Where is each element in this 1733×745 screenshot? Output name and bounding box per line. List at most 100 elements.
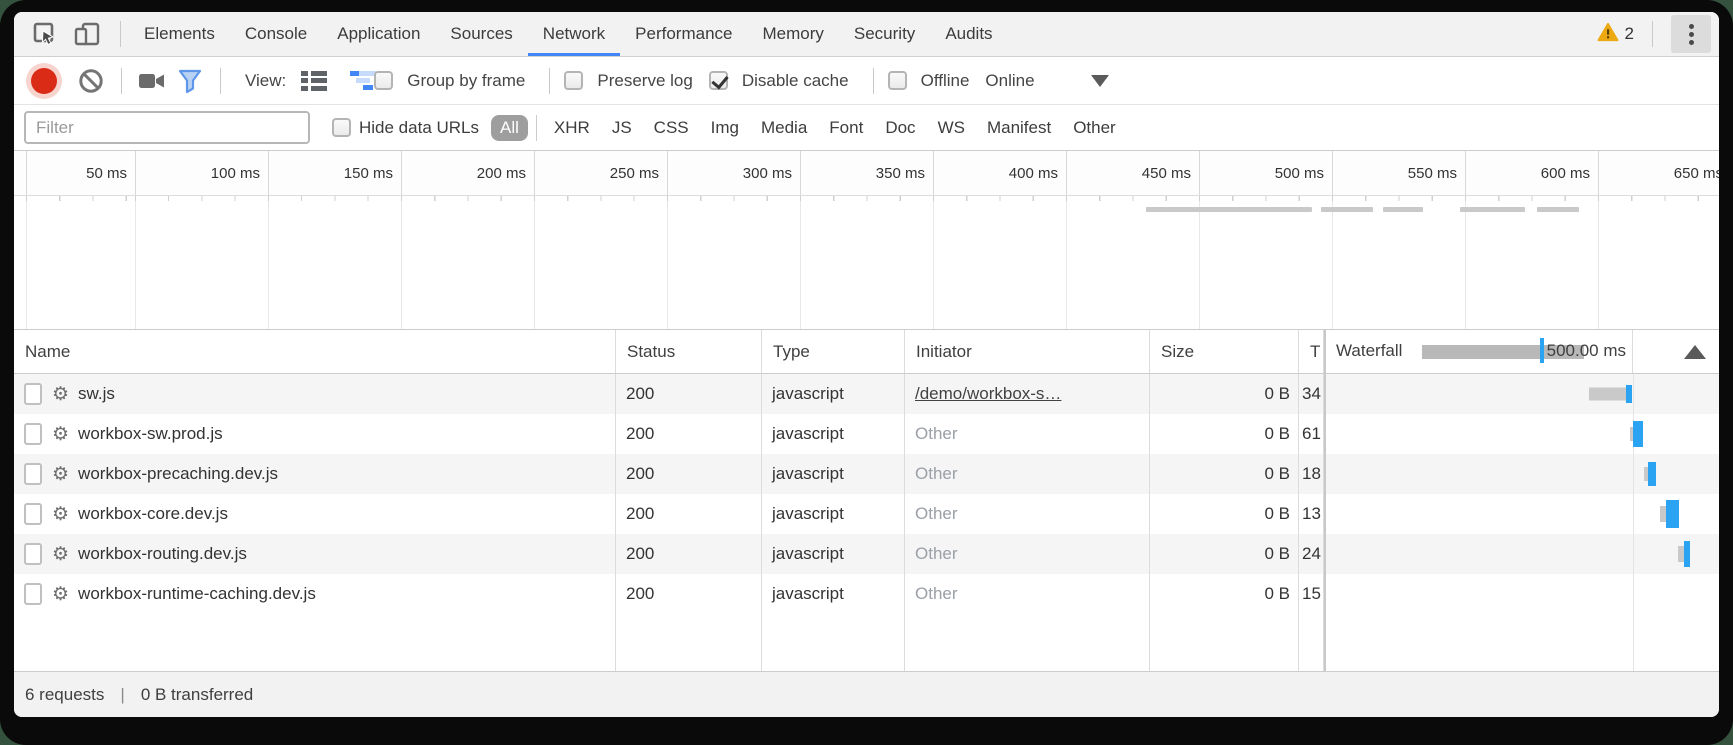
column-header-time[interactable]: T bbox=[1299, 330, 1324, 373]
tab-application[interactable]: Application bbox=[322, 12, 435, 56]
tabbar-separator bbox=[1652, 21, 1653, 47]
type-cell: javascript bbox=[762, 454, 905, 494]
size-cell: 0 B bbox=[1150, 534, 1299, 574]
waterfall-cell bbox=[1324, 374, 1719, 414]
filter-type-img[interactable]: Img bbox=[702, 115, 748, 141]
status-separator: | bbox=[120, 685, 124, 705]
row-checkbox[interactable] bbox=[24, 543, 42, 565]
list-view-icon[interactable] bbox=[298, 66, 330, 96]
row-checkbox[interactable] bbox=[24, 383, 42, 405]
waterfall-view-icon[interactable] bbox=[336, 66, 368, 96]
waterfall-cell bbox=[1324, 494, 1719, 534]
sort-ascending-icon[interactable] bbox=[1684, 345, 1706, 359]
filter-type-manifest[interactable]: Manifest bbox=[978, 115, 1060, 141]
row-checkbox[interactable] bbox=[24, 463, 42, 485]
disable-cache-checkbox[interactable] bbox=[709, 71, 728, 90]
requests-table-body: sw.js 200 javascript /demo/workbox-s… 0 … bbox=[14, 374, 1719, 671]
screenshot-capture-icon[interactable] bbox=[136, 66, 168, 96]
clear-button[interactable] bbox=[75, 66, 107, 96]
filter-input[interactable] bbox=[24, 111, 310, 144]
toolbar-separator bbox=[220, 68, 221, 94]
tab-performance[interactable]: Performance bbox=[620, 12, 747, 56]
column-header-type[interactable]: Type bbox=[762, 330, 905, 373]
time-cell: 34 bbox=[1299, 374, 1324, 414]
ruler-tick: 150 ms bbox=[289, 165, 393, 182]
tabbar-separator bbox=[120, 21, 121, 47]
throttling-dropdown[interactable]: Online bbox=[985, 71, 1108, 91]
tab-console[interactable]: Console bbox=[230, 12, 322, 56]
ruler-tick: 50 ms bbox=[23, 165, 127, 182]
row-checkbox[interactable] bbox=[24, 583, 42, 605]
hide-data-urls-label: Hide data URLs bbox=[359, 118, 479, 138]
network-status-bar: 6 requests | 0 B transferred bbox=[14, 671, 1719, 717]
row-checkbox[interactable] bbox=[24, 423, 42, 445]
filter-type-css[interactable]: CSS bbox=[645, 115, 698, 141]
initiator-cell: Other bbox=[915, 424, 958, 444]
ruler-tick: 250 ms bbox=[555, 165, 659, 182]
time-cell: 13 bbox=[1299, 494, 1324, 534]
gear-icon bbox=[42, 423, 78, 446]
tab-network[interactable]: Network bbox=[528, 12, 620, 56]
column-header-initiator[interactable]: Initiator bbox=[905, 330, 1150, 373]
initiator-cell: Other bbox=[915, 584, 958, 604]
column-header-waterfall[interactable]: Waterfall 500.00 ms bbox=[1324, 330, 1719, 373]
group-by-frame-checkbox[interactable] bbox=[374, 71, 393, 90]
filter-icon[interactable] bbox=[174, 66, 206, 96]
warnings-indicator[interactable]: 2 bbox=[1587, 22, 1644, 47]
table-row[interactable]: workbox-runtime-caching.dev.js 200 javas… bbox=[14, 574, 1719, 614]
waterfall-cell bbox=[1324, 454, 1719, 494]
gear-icon bbox=[42, 503, 78, 526]
filter-type-all[interactable]: All bbox=[491, 115, 528, 141]
device-toolbar-icon[interactable] bbox=[70, 19, 104, 49]
chevron-down-icon bbox=[1091, 75, 1109, 87]
inspect-element-icon[interactable] bbox=[28, 19, 62, 49]
table-row[interactable]: sw.js 200 javascript /demo/workbox-s… 0 … bbox=[14, 374, 1719, 414]
hide-data-urls-checkbox[interactable] bbox=[332, 118, 351, 137]
tab-sources[interactable]: Sources bbox=[435, 12, 527, 56]
devtools-menu-button[interactable] bbox=[1671, 15, 1711, 53]
tab-security[interactable]: Security bbox=[839, 12, 930, 56]
requests-table-header: Name Status Type Initiator Size T Waterf… bbox=[14, 329, 1719, 374]
waterfall-gridline bbox=[1633, 494, 1634, 534]
filter-type-js[interactable]: JS bbox=[603, 115, 641, 141]
filter-type-font[interactable]: Font bbox=[820, 115, 872, 141]
filter-type-ws[interactable]: WS bbox=[929, 115, 974, 141]
ruler-tick: 500 ms bbox=[1220, 165, 1324, 182]
filter-type-doc[interactable]: Doc bbox=[876, 115, 924, 141]
network-overview[interactable] bbox=[14, 196, 1719, 329]
filter-type-other[interactable]: Other bbox=[1064, 115, 1125, 141]
status-cell: 200 bbox=[616, 534, 762, 574]
initiator-cell: Other bbox=[915, 504, 958, 524]
table-row[interactable]: workbox-core.dev.js 200 javascript Other… bbox=[14, 494, 1719, 534]
time-cell: 18 bbox=[1299, 454, 1324, 494]
preserve-log-checkbox[interactable] bbox=[564, 71, 583, 90]
initiator-link[interactable]: /demo/workbox-s… bbox=[915, 384, 1061, 404]
request-name: workbox-sw.prod.js bbox=[78, 424, 223, 444]
type-cell: javascript bbox=[762, 534, 905, 574]
row-checkbox[interactable] bbox=[24, 503, 42, 525]
warning-icon bbox=[1597, 22, 1619, 47]
column-header-name[interactable]: Name bbox=[14, 330, 616, 373]
devtools-tabbar: Elements Console Application Sources Net… bbox=[14, 12, 1719, 57]
waterfall-download-bar bbox=[1666, 500, 1679, 528]
size-cell: 0 B bbox=[1150, 454, 1299, 494]
offline-checkbox[interactable] bbox=[888, 71, 907, 90]
table-row[interactable]: workbox-precaching.dev.js 200 javascript… bbox=[14, 454, 1719, 494]
tab-audits[interactable]: Audits bbox=[930, 12, 1007, 56]
filter-type-xhr[interactable]: XHR bbox=[545, 115, 599, 141]
column-header-status[interactable]: Status bbox=[616, 330, 762, 373]
table-row[interactable]: workbox-routing.dev.js 200 javascript Ot… bbox=[14, 534, 1719, 574]
record-button[interactable] bbox=[31, 68, 57, 94]
filter-separator bbox=[536, 115, 537, 141]
requests-count: 6 requests bbox=[25, 685, 104, 705]
tab-elements[interactable]: Elements bbox=[129, 12, 230, 56]
request-name: sw.js bbox=[78, 384, 115, 404]
waterfall-cell bbox=[1324, 414, 1719, 454]
filter-type-media[interactable]: Media bbox=[752, 115, 816, 141]
timeline-ruler[interactable]: 50 ms 100 ms 150 ms 200 ms 250 ms 300 ms… bbox=[14, 151, 1719, 196]
waterfall-label: Waterfall bbox=[1336, 341, 1402, 361]
table-row[interactable]: workbox-sw.prod.js 200 javascript Other … bbox=[14, 414, 1719, 454]
column-header-size[interactable]: Size bbox=[1150, 330, 1299, 373]
tab-memory[interactable]: Memory bbox=[747, 12, 838, 56]
waterfall-download-bar bbox=[1684, 541, 1690, 567]
